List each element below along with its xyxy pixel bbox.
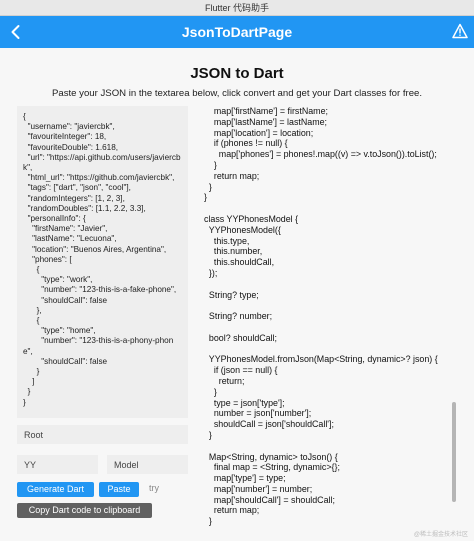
- suffix-field[interactable]: [107, 455, 188, 474]
- page-title: JSON to Dart: [190, 65, 284, 82]
- dart-output-code: map['firstName'] = firstName; map['lastN…: [204, 106, 438, 526]
- root-class-input[interactable]: [24, 425, 188, 444]
- prefix-field[interactable]: [17, 455, 98, 474]
- suffix-input[interactable]: [114, 455, 188, 474]
- generate-dart-button[interactable]: Generate Dart: [17, 482, 94, 497]
- window-title: Flutter 代码助手: [0, 0, 474, 16]
- output-scrollbar[interactable]: [452, 402, 456, 502]
- warning-icon[interactable]: [452, 23, 468, 39]
- copy-dart-code-button[interactable]: Copy Dart code to clipboard: [17, 503, 152, 518]
- page-subtitle: Paste your JSON in the textarea below, c…: [51, 88, 423, 99]
- paste-button[interactable]: Paste: [99, 482, 139, 497]
- app-bar: JsonToDartPage: [0, 16, 474, 48]
- app-bar-title: JsonToDartPage: [181, 24, 293, 40]
- root-class-field[interactable]: [17, 425, 188, 444]
- watermark: @稀土掘金技术社区: [413, 532, 468, 538]
- prefix-input[interactable]: [24, 455, 98, 474]
- try-link[interactable]: try: [149, 483, 159, 493]
- json-input-textarea[interactable]: { "username": "javiercbk", "favouriteInt…: [17, 106, 188, 418]
